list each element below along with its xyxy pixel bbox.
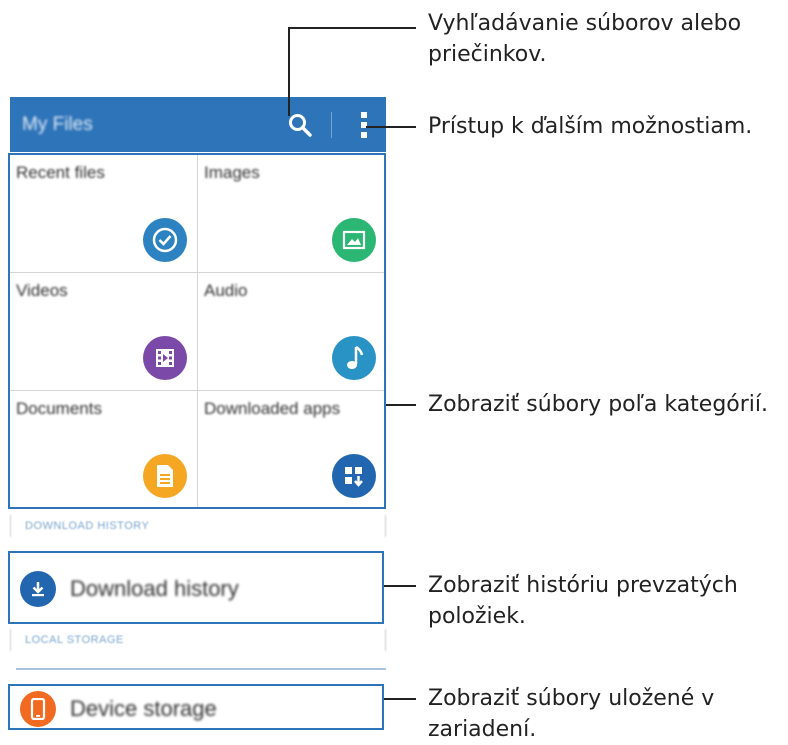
toolbar-divider xyxy=(331,111,332,138)
search-leader-horizontal xyxy=(288,27,416,29)
callout-history: Zobraziť históriu prevzatých položiek. xyxy=(428,573,738,629)
more-leader xyxy=(366,126,416,128)
app-title: My Files xyxy=(22,113,93,135)
download-history-header: DOWNLOAD HISTORY xyxy=(10,515,386,537)
callout-search: Vyhľadávanie súborov alebo priečinkov. xyxy=(428,11,742,67)
section-divider xyxy=(16,668,386,670)
callout-categories: Zobraziť súbory poľa kategórií. xyxy=(428,392,769,417)
history-leader xyxy=(384,585,416,587)
local-storage-header: LOCAL STORAGE xyxy=(10,629,386,651)
callout-more: Prístup k ďalším možnostiam. xyxy=(428,114,753,139)
download-history-highlight xyxy=(8,551,384,624)
storage-leader xyxy=(384,698,416,700)
categories-leader xyxy=(386,404,416,406)
more-vertical-icon[interactable] xyxy=(354,108,374,142)
callout-storage: Zobraziť súbory uložené v zariadení. xyxy=(428,686,715,742)
categories-highlight xyxy=(8,153,386,509)
search-leader-vertical xyxy=(288,27,290,116)
device-storage-highlight xyxy=(8,684,384,730)
app-bar: My Files xyxy=(10,97,386,152)
